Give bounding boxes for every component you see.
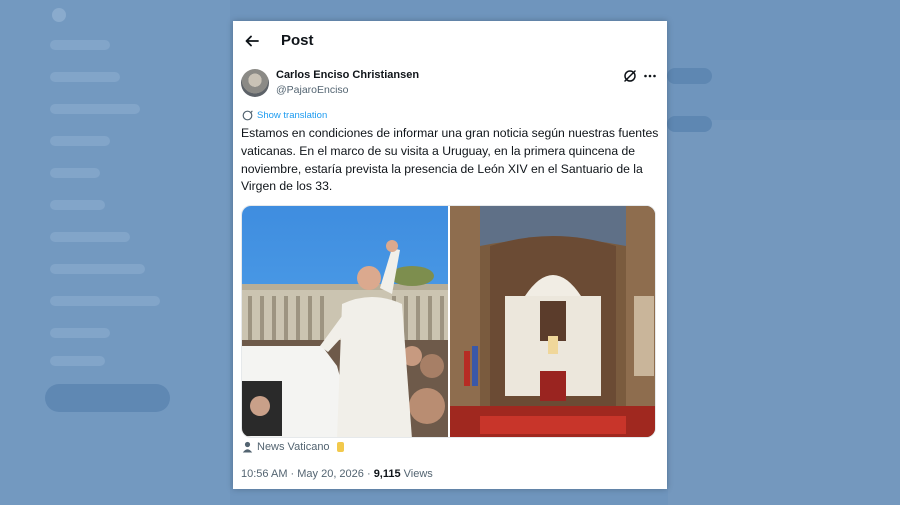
- source-label: News Vaticano: [257, 441, 330, 453]
- show-translation-label: Show translation: [257, 110, 328, 121]
- background-row: [50, 40, 110, 50]
- background-bar: [667, 116, 712, 132]
- post-header: Post: [233, 21, 667, 61]
- background-row: [50, 168, 100, 178]
- post-meta: 10:56 AM · May 20, 2026 · 9,115 Views: [241, 468, 433, 480]
- globe-icon: [242, 110, 253, 121]
- background-bar: [667, 68, 712, 84]
- background-row: [50, 200, 105, 210]
- media-grid: [241, 205, 656, 438]
- pope-waving-photo[interactable]: [242, 206, 448, 437]
- page-title: Post: [281, 32, 314, 49]
- arrow-left-icon: [245, 35, 259, 47]
- person-icon: [242, 441, 253, 453]
- post-timestamp[interactable]: 10:56 AM · May 20, 2026 ·: [241, 468, 374, 480]
- background-row: [50, 264, 145, 274]
- post-text: Estamos en condiciones de informar una g…: [241, 126, 659, 194]
- show-translation-link[interactable]: Show translation: [242, 110, 327, 121]
- views-count: 9,115: [373, 468, 401, 480]
- background-row: [50, 72, 120, 82]
- more-options-button[interactable]: [643, 69, 657, 83]
- back-button[interactable]: [242, 31, 262, 51]
- background-row: [50, 136, 110, 146]
- more-horizontal-icon: [644, 74, 656, 78]
- author-name[interactable]: Carlos Enciso Christiansen: [276, 69, 419, 81]
- views-label: Views: [400, 468, 433, 480]
- grok-button[interactable]: [623, 69, 637, 83]
- background-row: [50, 328, 110, 338]
- avatar[interactable]: [241, 69, 269, 97]
- grok-icon: [624, 70, 636, 82]
- background-row: [50, 232, 130, 242]
- background-icon: [52, 8, 66, 22]
- church-altar-photo[interactable]: [449, 206, 655, 437]
- author-handle[interactable]: @PajaroEnciso: [276, 84, 349, 96]
- background-row: [50, 104, 140, 114]
- background-row: [50, 296, 160, 306]
- background-button: [45, 384, 170, 412]
- background-row: [50, 356, 105, 366]
- background-right-column: [668, 120, 900, 505]
- source-attribution[interactable]: News Vaticano: [242, 441, 344, 453]
- post-card: Post Carlos Enciso Christiansen @PajaroE…: [233, 21, 667, 489]
- source-badge: [336, 442, 344, 452]
